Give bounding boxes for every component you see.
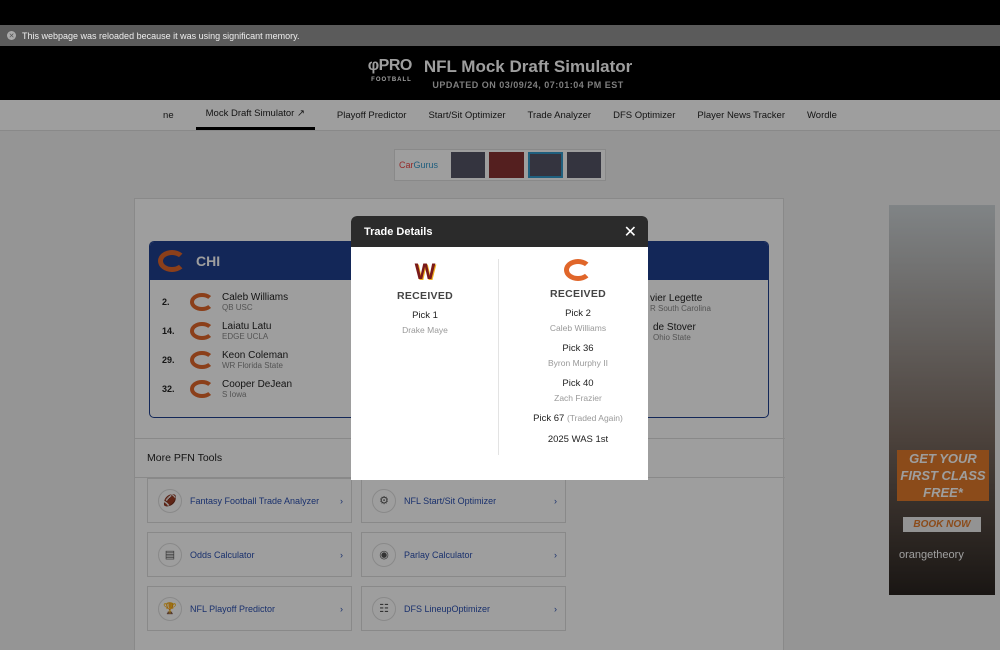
player-name: Drake Maye <box>402 325 448 335</box>
received-label: RECEIVED <box>549 288 607 300</box>
bears-logo-icon <box>564 259 592 281</box>
commanders-logo-icon: W <box>414 259 436 284</box>
browser-top <box>0 0 1000 25</box>
player-name: Byron Murphy II <box>548 358 608 368</box>
reload-notice: ✕ This webpage was reloaded because it w… <box>0 25 1000 46</box>
pick-label: Pick 2 <box>565 308 591 319</box>
was-column: W RECEIVED Pick 1 Drake Maye <box>351 247 499 335</box>
pick-label: Pick 36 <box>562 343 594 354</box>
pick-67: Pick 67 (Traded Again) <box>533 413 623 424</box>
modal-header: Trade Details ✕ <box>351 216 648 247</box>
modal-title: Trade Details <box>364 225 433 238</box>
future-pick: 2025 WAS 1st <box>547 434 609 445</box>
player-name: Zach Frazier <box>554 393 602 403</box>
chi-column: RECEIVED Pick 2 Caleb Williams Pick 36 B… <box>504 247 648 445</box>
close-icon[interactable]: ✕ <box>624 222 637 242</box>
close-icon[interactable]: ✕ <box>7 31 16 40</box>
player-name: Caleb Williams <box>549 323 607 333</box>
notice-text: This webpage was reloaded because it was… <box>22 30 300 41</box>
pick-label: Pick 40 <box>562 378 594 389</box>
pick-label: Pick 1 <box>412 310 438 321</box>
trade-details-modal: Trade Details ✕ W RECEIVED Pick 1 Drake … <box>351 216 648 480</box>
received-label: RECEIVED <box>396 290 454 302</box>
divider <box>498 259 499 455</box>
